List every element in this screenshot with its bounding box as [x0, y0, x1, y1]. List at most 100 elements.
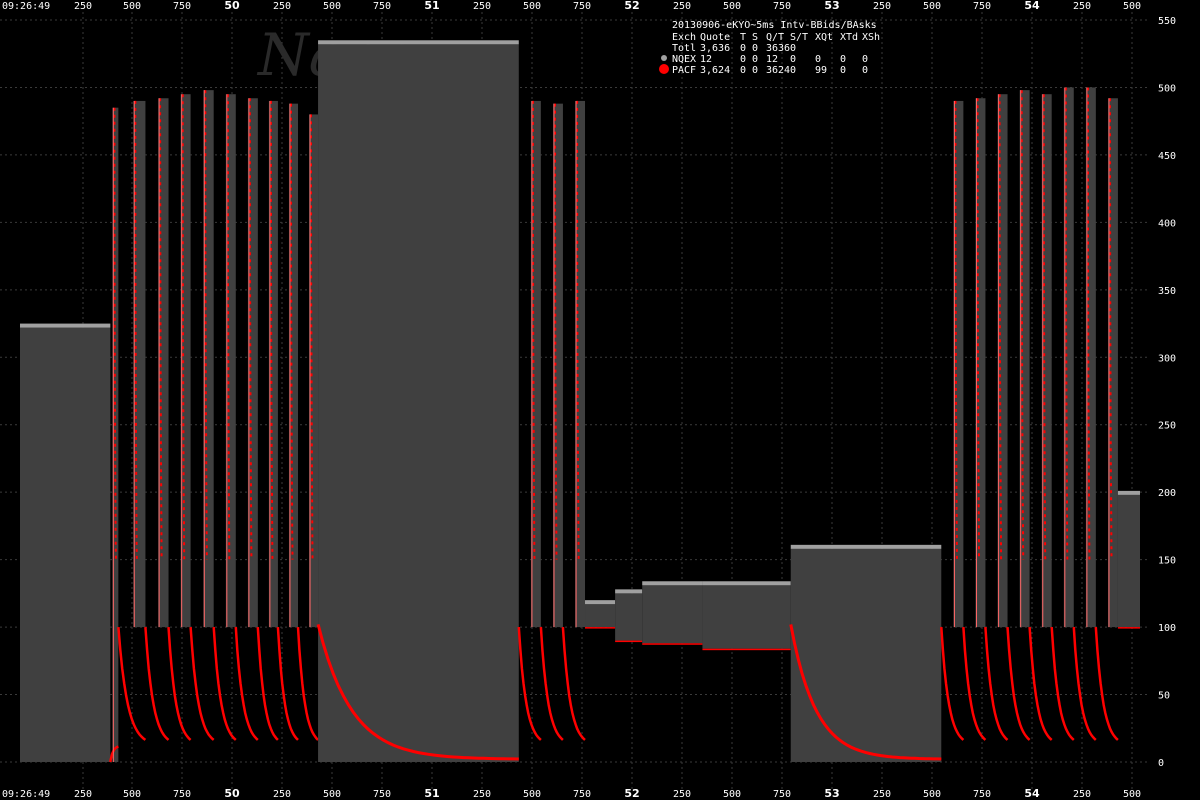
bid-line: [1117, 627, 1140, 629]
legend-header-cell: Q/T: [766, 32, 784, 43]
y-tick-label: 100: [1158, 623, 1176, 634]
legend-header-cell: T: [740, 32, 746, 43]
legend-cell: 0: [790, 43, 796, 54]
legend-cell: Totl: [672, 43, 696, 54]
x-tick-label-bottom: 750: [173, 789, 191, 800]
x-tick-label-top: 250: [273, 1, 291, 12]
x-tick-label-bottom: 250: [673, 789, 691, 800]
x-tick-label-bottom: 500: [723, 789, 741, 800]
spread-block: [642, 585, 703, 644]
x-tick-label-top: 54: [1024, 0, 1040, 12]
bid-line: [615, 640, 643, 643]
legend-cell: 0: [752, 54, 758, 65]
x-tick-label-top: 53: [824, 0, 839, 12]
legend-header-cell: Quote: [700, 32, 730, 43]
spread-block: [20, 327, 111, 762]
x-tick-label-top: 500: [923, 1, 941, 12]
bid-line: [702, 648, 791, 651]
legend-cell: 0: [740, 43, 746, 54]
legend-header-cell: Exch: [672, 32, 696, 43]
y-tick-label: 300: [1158, 353, 1176, 364]
x-tick-label-top: 500: [123, 1, 141, 12]
bid-line: [585, 627, 616, 629]
x-tick-label-bottom: 51: [424, 787, 439, 800]
legend-cell: 0: [815, 54, 821, 65]
legend-cell: 3624: [766, 65, 790, 76]
legend-cell: 0: [840, 54, 846, 65]
ask-line: [642, 581, 703, 586]
ask-line: [790, 544, 942, 549]
x-tick-label-bottom: 250: [1073, 789, 1091, 800]
legend-header-cell: S/T: [790, 32, 808, 43]
legend-cell: 12: [700, 54, 712, 65]
spread-block: [790, 548, 942, 762]
x-tick-label-bottom: 750: [773, 789, 791, 800]
x-tick-label-bottom: 750: [373, 789, 391, 800]
x-tick-label-bottom: 750: [973, 789, 991, 800]
spread-block: [615, 593, 643, 641]
ask-line: [585, 600, 616, 605]
y-tick-label: 550: [1158, 16, 1176, 27]
y-tick-label: 0: [1158, 758, 1164, 769]
legend-swatch: [661, 55, 667, 61]
x-tick-label-top: 250: [673, 1, 691, 12]
y-tick-label: 50: [1158, 691, 1170, 702]
y-tick-label: 200: [1158, 488, 1176, 499]
legend-cell: PACF: [672, 65, 696, 76]
ask-line: [20, 323, 111, 328]
legend-cell: 3,624: [700, 65, 730, 76]
x-tick-label-bottom: 500: [923, 789, 941, 800]
x-tick-label-top: 250: [1073, 1, 1091, 12]
legend-cell: 0: [790, 54, 796, 65]
x-tick-label-bottom: 250: [74, 789, 92, 800]
x-tick-label-top: 750: [773, 1, 791, 12]
x-tick-label-top: 750: [173, 1, 191, 12]
chart: Nanex 0501001502002503003504004505005502…: [0, 0, 1200, 800]
x-tick-label-top: 500: [1123, 1, 1141, 12]
ask-line: [702, 581, 791, 586]
x-tick-label-top: 50: [224, 0, 240, 12]
legend-cell: NQEX: [672, 54, 696, 65]
x-tick-label-bottom: 250: [473, 789, 491, 800]
y-tick-label: 150: [1158, 556, 1176, 567]
x-tick-label-bottom: 500: [323, 789, 341, 800]
spread-block: [1117, 494, 1140, 628]
ask-line: [615, 589, 643, 594]
x-tick-label-bottom: 750: [573, 789, 591, 800]
legend-cell: 3636: [766, 43, 790, 54]
legend-cell: 0: [862, 65, 868, 76]
legend-cell: 0: [752, 65, 758, 76]
x-tick-label-bottom: 53: [824, 787, 839, 800]
legend-header-cell: S: [752, 32, 758, 43]
y-tick-label: 350: [1158, 286, 1176, 297]
x-tick-label-top: 52: [624, 0, 639, 12]
legend-cell: 3,636: [700, 43, 730, 54]
x-tick-label-top: 750: [373, 1, 391, 12]
y-tick-label: 500: [1158, 83, 1176, 94]
spread-block: [318, 44, 519, 763]
legend-cell: 0: [740, 54, 746, 65]
legend-header-cell: XSh: [862, 32, 880, 43]
legend-header-cell: XTd: [840, 32, 858, 43]
spread-block: [702, 585, 791, 649]
x-tick-label-top: 500: [723, 1, 741, 12]
x-tick-label-top: 750: [573, 1, 591, 12]
legend-cell: 0: [752, 43, 758, 54]
x-tick-label-top: 500: [523, 1, 541, 12]
x-tick-label-bottom: 52: [624, 787, 639, 800]
legend-cell: 99: [815, 65, 827, 76]
x-tick-label-top: 750: [973, 1, 991, 12]
y-tick-label: 450: [1158, 151, 1176, 162]
ask-line: [318, 40, 519, 45]
y-tick-label: 250: [1158, 421, 1176, 432]
x-tick-label-bottom: 250: [273, 789, 291, 800]
spread-block: [585, 604, 616, 628]
legend-cell: 0: [840, 65, 846, 76]
x-tick-label-top: 500: [323, 1, 341, 12]
legend-cell: 0: [740, 65, 746, 76]
x-tick-label-bottom: 500: [1123, 789, 1141, 800]
x-start-label-bottom: 09:26:49: [2, 789, 50, 800]
x-tick-label-bottom: 50: [224, 787, 240, 800]
x-tick-label-top: 250: [873, 1, 891, 12]
legend-cell: 0: [862, 54, 868, 65]
